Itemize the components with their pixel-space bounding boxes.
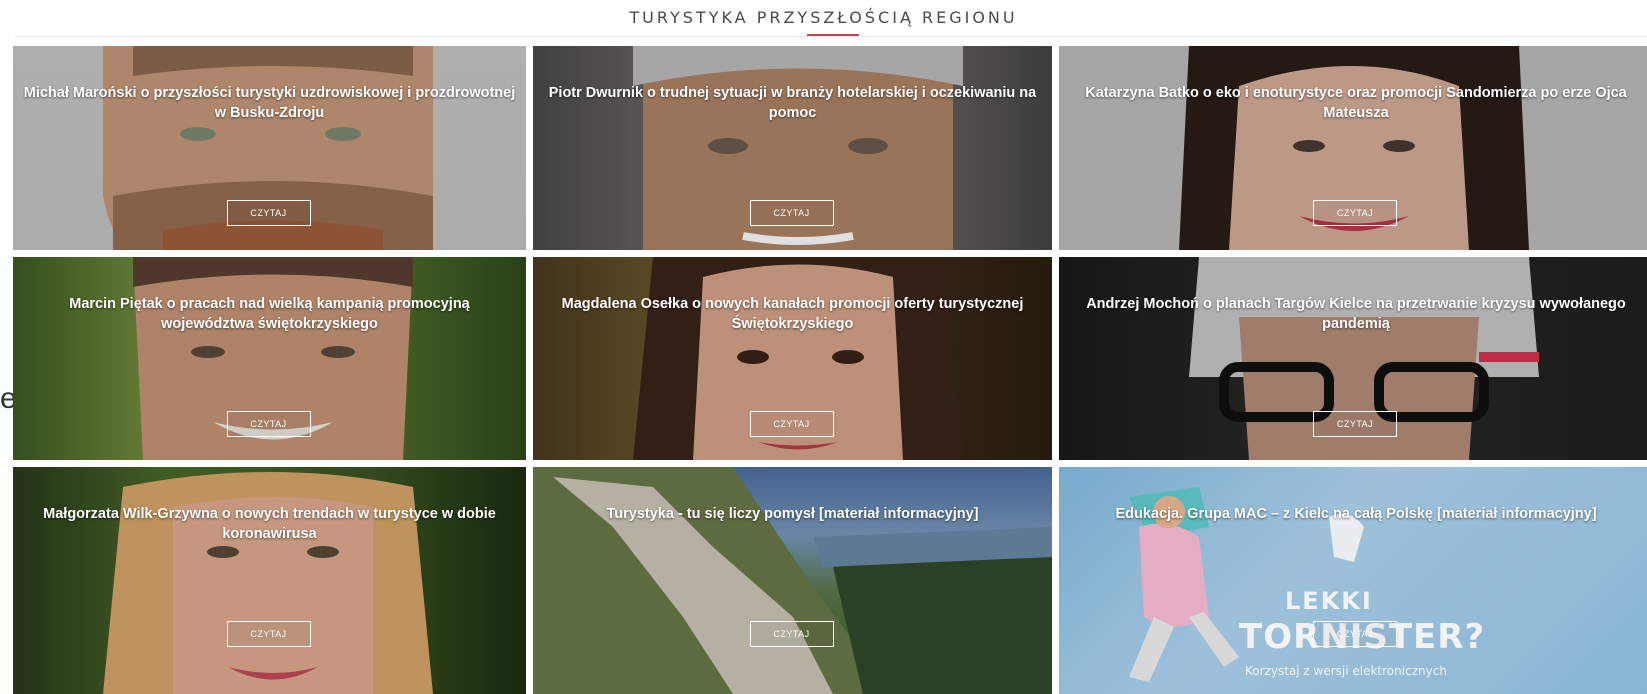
article-title[interactable]: Piotr Dwurnik o trudnej sytuacji w branż… [543,83,1042,123]
article-title[interactable]: Małgorzata Wilk-Grzywna o nowych trendac… [23,504,516,544]
read-button[interactable]: CZYTAJ [1313,621,1397,647]
article-tile-8[interactable]: Turystyka - tu się liczy pomysł [materia… [533,467,1052,694]
article-title[interactable]: Magdalena Osełka o nowych kanałach promo… [543,294,1042,334]
article-title[interactable]: Andrzej Mochoń o planach Targów Kielce n… [1069,294,1643,334]
article-tile-6[interactable]: Andrzej Mochoń o planach Targów Kielce n… [1059,257,1647,460]
article-tile-3[interactable]: Katarzyna Batko o eko i enoturystyce ora… [1059,46,1647,250]
section-divider [14,36,1647,37]
article-tile-4[interactable]: Marcin Piętak o pracach nad wielką kampa… [13,257,526,460]
read-button[interactable]: CZYTAJ [1313,200,1397,226]
section-header: TURYSTYKA PRZYSZŁOŚCIĄ REGIONU [0,0,1647,44]
section-title: TURYSTYKA PRZYSZŁOŚCIĄ REGIONU [629,8,1018,27]
article-tile-2[interactable]: Piotr Dwurnik o trudnej sytuacji w branż… [533,46,1052,250]
article-grid: Michał Maroński o przyszłości turystyki … [13,46,1647,694]
article-tile-5[interactable]: Magdalena Osełka o nowych kanałach promo… [533,257,1052,460]
article-title[interactable]: Marcin Piętak o pracach nad wielką kampa… [23,294,516,334]
article-tile-1[interactable]: Michał Maroński o przyszłości turystyki … [13,46,526,250]
article-title[interactable]: Edukacja. Grupa MAC – z Kielc na całą Po… [1069,504,1643,524]
article-title[interactable]: Turystyka - tu się liczy pomysł [materia… [543,504,1042,524]
read-button[interactable]: CZYTAJ [226,200,311,226]
read-button[interactable]: CZYTAJ [749,621,834,647]
read-button[interactable]: CZYTAJ [226,621,311,647]
read-button[interactable]: CZYTAJ [226,411,311,437]
article-title[interactable]: Michał Maroński o przyszłości turystyki … [23,83,516,123]
section-accent-underline [807,34,859,36]
article-tile-9[interactable]: LEKKI TORNISTER? Korzystaj z wersji elek… [1059,467,1647,694]
read-button[interactable]: CZYTAJ [1313,411,1397,437]
article-tile-7[interactable]: Małgorzata Wilk-Grzywna o nowych trendac… [13,467,526,694]
read-button[interactable]: CZYTAJ [749,411,834,437]
article-title[interactable]: Katarzyna Batko o eko i enoturystyce ora… [1069,83,1643,123]
read-button[interactable]: CZYTAJ [749,200,834,226]
